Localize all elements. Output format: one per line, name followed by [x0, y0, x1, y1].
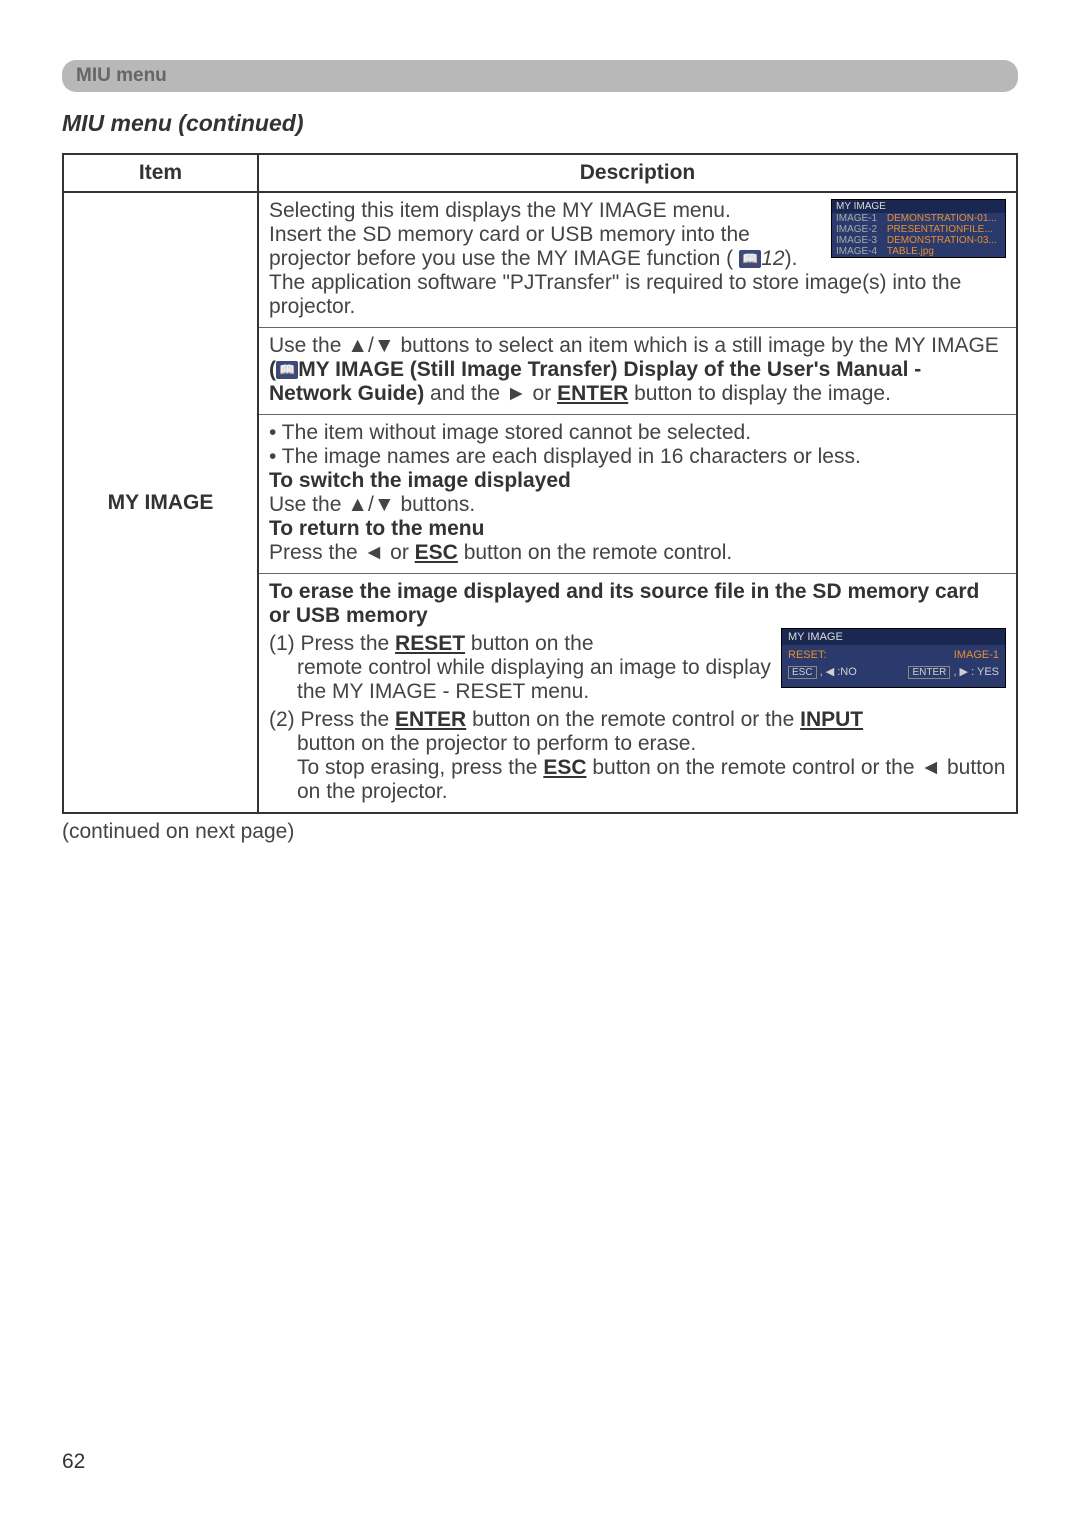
input-button-ref: INPUT	[800, 708, 863, 731]
page-ref: 12	[761, 247, 784, 270]
step2-b: button on the remote control or the	[466, 708, 800, 731]
step1-a: (1) Press the	[269, 632, 395, 655]
return-heading: To return to the menu	[269, 517, 484, 540]
breadcrumb-bar: MIU menu	[62, 60, 1018, 92]
step1-b: button on the	[465, 632, 593, 655]
osd2-reset-value: IMAGE-1	[954, 649, 999, 661]
osd-title: MY IMAGE	[832, 200, 1005, 213]
desc-erase: To erase the image displayed and its sou…	[259, 574, 1016, 812]
bullet-2: • The image names are each displayed in …	[269, 445, 861, 468]
intro-line2a: Insert the SD memory card or USB memory …	[269, 223, 750, 270]
step2-c: button on the projector to perform to er…	[297, 732, 696, 755]
continued-note: (continued on next page)	[62, 820, 1018, 844]
osd-row-value: DEMONSTRATION-03...	[883, 235, 1005, 246]
col-header-desc: Description	[258, 154, 1017, 192]
desc-select: Use the ▲/▼ buttons to select an item wh…	[259, 328, 1016, 415]
col-header-item: Item	[63, 154, 258, 192]
osd-row-label: IMAGE-2	[832, 224, 883, 235]
select-text-d: button to display the image.	[628, 382, 891, 405]
item-name: MY IMAGE	[63, 192, 258, 813]
osd-row-label: IMAGE-3	[832, 235, 883, 246]
page-number: 62	[62, 1450, 85, 1474]
select-text-c: and the ► or	[430, 382, 557, 405]
content-table: Item Description MY IMAGE MY IMAGE IMAGE…	[62, 153, 1018, 814]
return-text-a: Press the ◄ or	[269, 541, 415, 564]
osd2-no: ESC , ◀ :NO	[788, 665, 857, 679]
bullet-1: • The item without image stored cannot b…	[269, 421, 751, 444]
enter-button-ref: ENTER	[395, 708, 466, 731]
osd-row-value: TABLE.jpg	[883, 246, 1005, 257]
breadcrumb-text: MIU menu	[76, 65, 167, 86]
book-icon: 📖	[739, 250, 761, 268]
osd-reset-dialog: MY IMAGE RESET: IMAGE-1 ESC , ◀ :NO ENTE…	[781, 628, 1006, 688]
select-text-a: Use the ▲/▼ buttons to select an item wh…	[269, 334, 999, 357]
step2-a: (2) Press the	[269, 708, 395, 731]
osd-row-value: PRESENTATIONFILE...	[883, 224, 1005, 235]
desc-notes: • The item without image stored cannot b…	[259, 415, 1016, 574]
osd-myimage-list: MY IMAGE IMAGE-1DEMONSTRATION-01... IMAG…	[831, 199, 1006, 258]
osd-row-label: IMAGE-1	[832, 213, 883, 224]
intro-line1: Selecting this item displays the MY IMAG…	[269, 199, 731, 222]
esc-button-ref: ESC	[415, 541, 458, 564]
esc-button-ref: ESC	[543, 756, 586, 779]
return-text-b: button on the remote control.	[458, 541, 732, 564]
section-title: MIU menu (continued)	[62, 110, 1018, 137]
description-cell: MY IMAGE IMAGE-1DEMONSTRATION-01... IMAG…	[258, 192, 1017, 813]
erase-heading: To erase the image displayed and its sou…	[269, 580, 979, 627]
osd-row-value: DEMONSTRATION-01...	[883, 213, 1005, 224]
desc-intro: MY IMAGE IMAGE-1DEMONSTRATION-01... IMAG…	[259, 193, 1016, 328]
step2-d: To stop erasing, press the	[297, 756, 543, 779]
switch-text: Use the ▲/▼ buttons.	[269, 493, 475, 516]
enter-button-ref: ENTER	[557, 382, 628, 405]
osd2-yes: ENTER , ▶ : YES	[908, 665, 999, 679]
osd-row-label: IMAGE-4	[832, 246, 883, 257]
osd2-title: MY IMAGE	[782, 629, 1005, 645]
osd2-reset-label: RESET:	[788, 649, 827, 661]
book-icon: 📖	[276, 361, 298, 379]
switch-heading: To switch the image displayed	[269, 469, 571, 492]
reset-button-ref: RESET	[395, 632, 465, 655]
